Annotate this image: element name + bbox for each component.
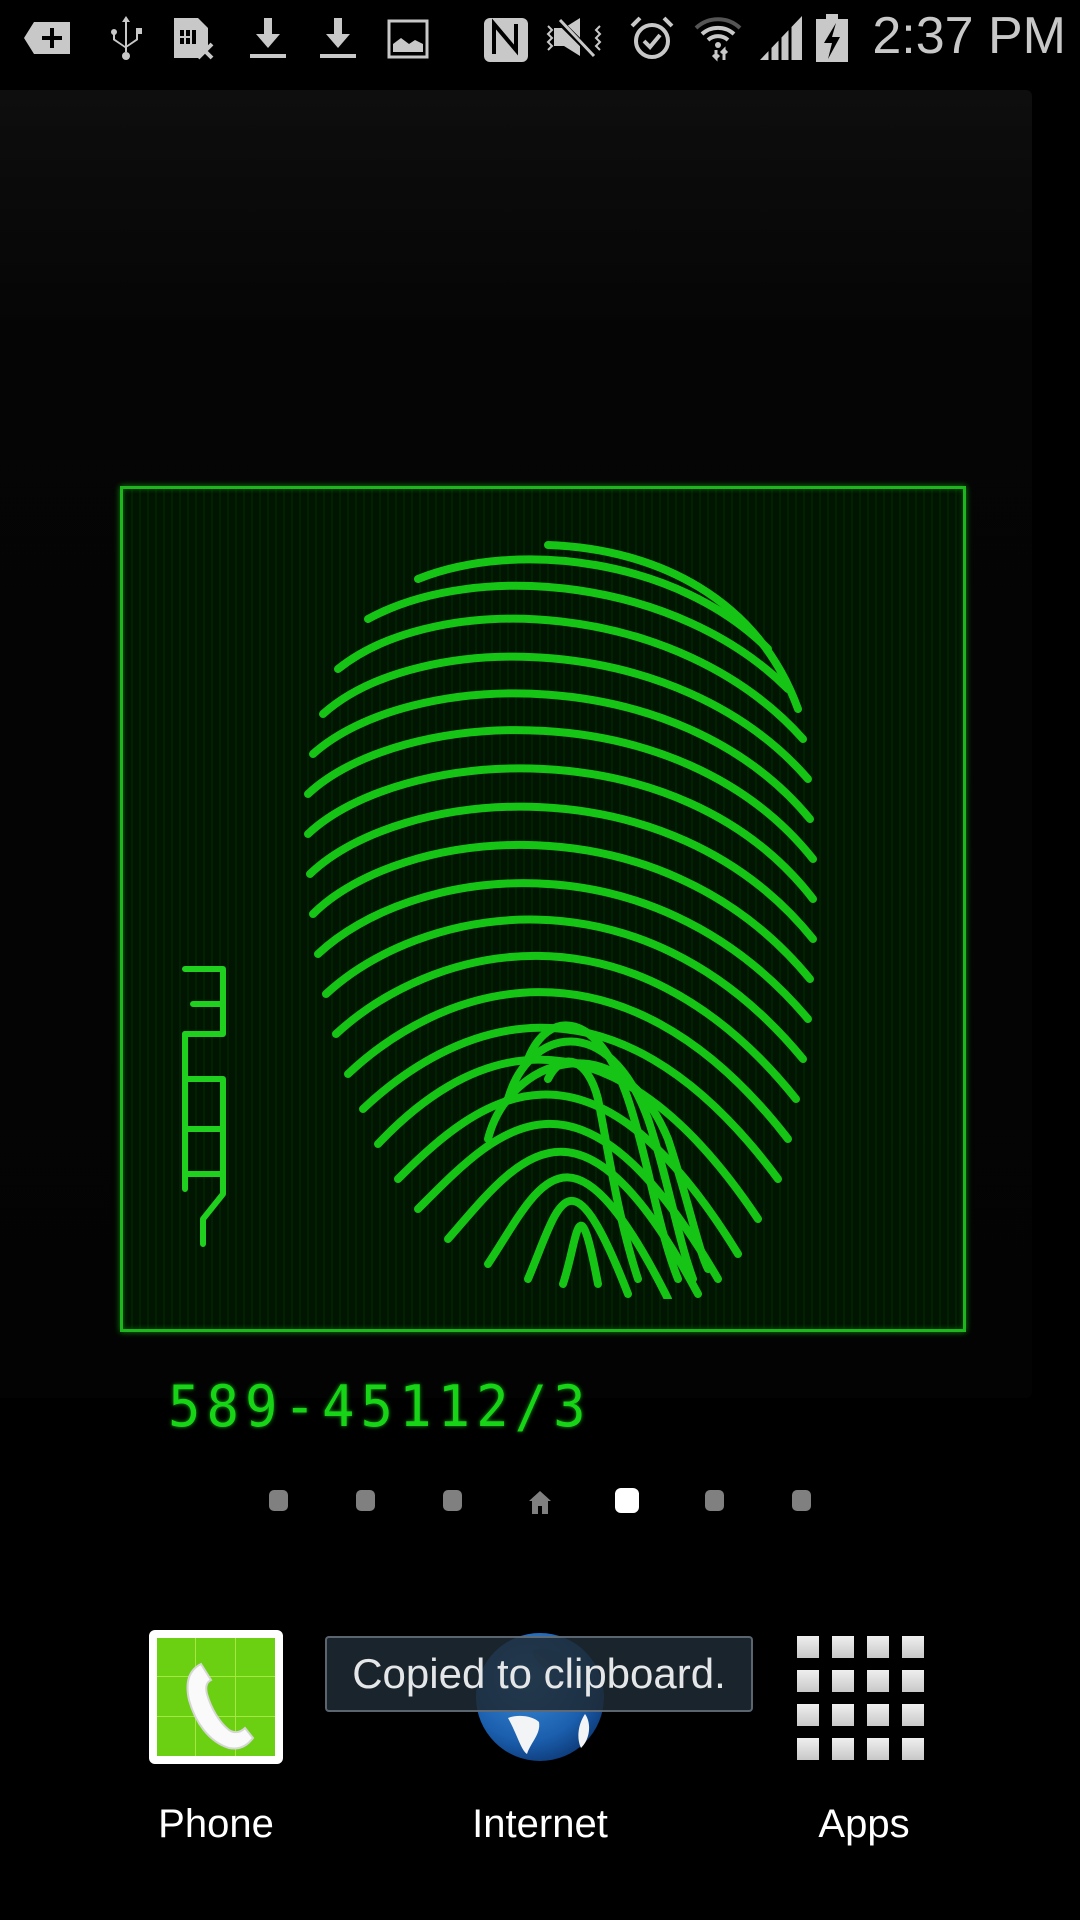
phone-icon: [149, 1630, 283, 1764]
page-dot-active[interactable]: [615, 1488, 639, 1513]
apps-grid-icon: [797, 1630, 931, 1764]
dock-label-apps: Apps: [818, 1802, 910, 1846]
nfc-icon: [482, 14, 530, 62]
home-page-icon[interactable]: [528, 1490, 552, 1514]
mute-vibrate-icon: [544, 14, 606, 62]
page-indicator[interactable]: [0, 1488, 1080, 1528]
download-icon: [314, 14, 362, 62]
page-dot-6[interactable]: [705, 1490, 724, 1511]
no-sim-icon: [170, 14, 218, 62]
battery-charging-icon: [814, 14, 850, 62]
page-dot-1[interactable]: [269, 1490, 288, 1511]
dock-label-phone: Phone: [158, 1802, 274, 1846]
image-icon: [384, 14, 432, 62]
vertical-code-glyphs: [182, 966, 226, 1247]
usb-icon: [100, 14, 148, 62]
download-icon: [244, 14, 292, 62]
signal-icon: [758, 14, 806, 62]
toast-message: Copied to clipboard.: [325, 1636, 753, 1712]
dock-apps[interactable]: Apps: [764, 1630, 964, 1860]
toast-text: Copied to clipboard.: [352, 1650, 726, 1697]
page-dot-2[interactable]: [356, 1490, 375, 1511]
fingerprint-scan-frame[interactable]: [120, 486, 966, 1332]
add-notification-icon: [24, 14, 72, 62]
dock-phone[interactable]: Phone: [116, 1630, 316, 1860]
clock: 2:37 PM: [872, 7, 1066, 65]
page-dot-7[interactable]: [792, 1490, 811, 1511]
status-bar[interactable]: 2:37 PM: [0, 0, 1080, 75]
wifi-icon: [694, 14, 742, 62]
dock-label-internet: Internet: [472, 1802, 608, 1846]
serial-code-label: 589-45112/3: [168, 1373, 592, 1440]
fingerprint-icon: [304, 541, 817, 1299]
page-dot-3[interactable]: [443, 1490, 462, 1511]
alarm-icon: [628, 14, 676, 62]
